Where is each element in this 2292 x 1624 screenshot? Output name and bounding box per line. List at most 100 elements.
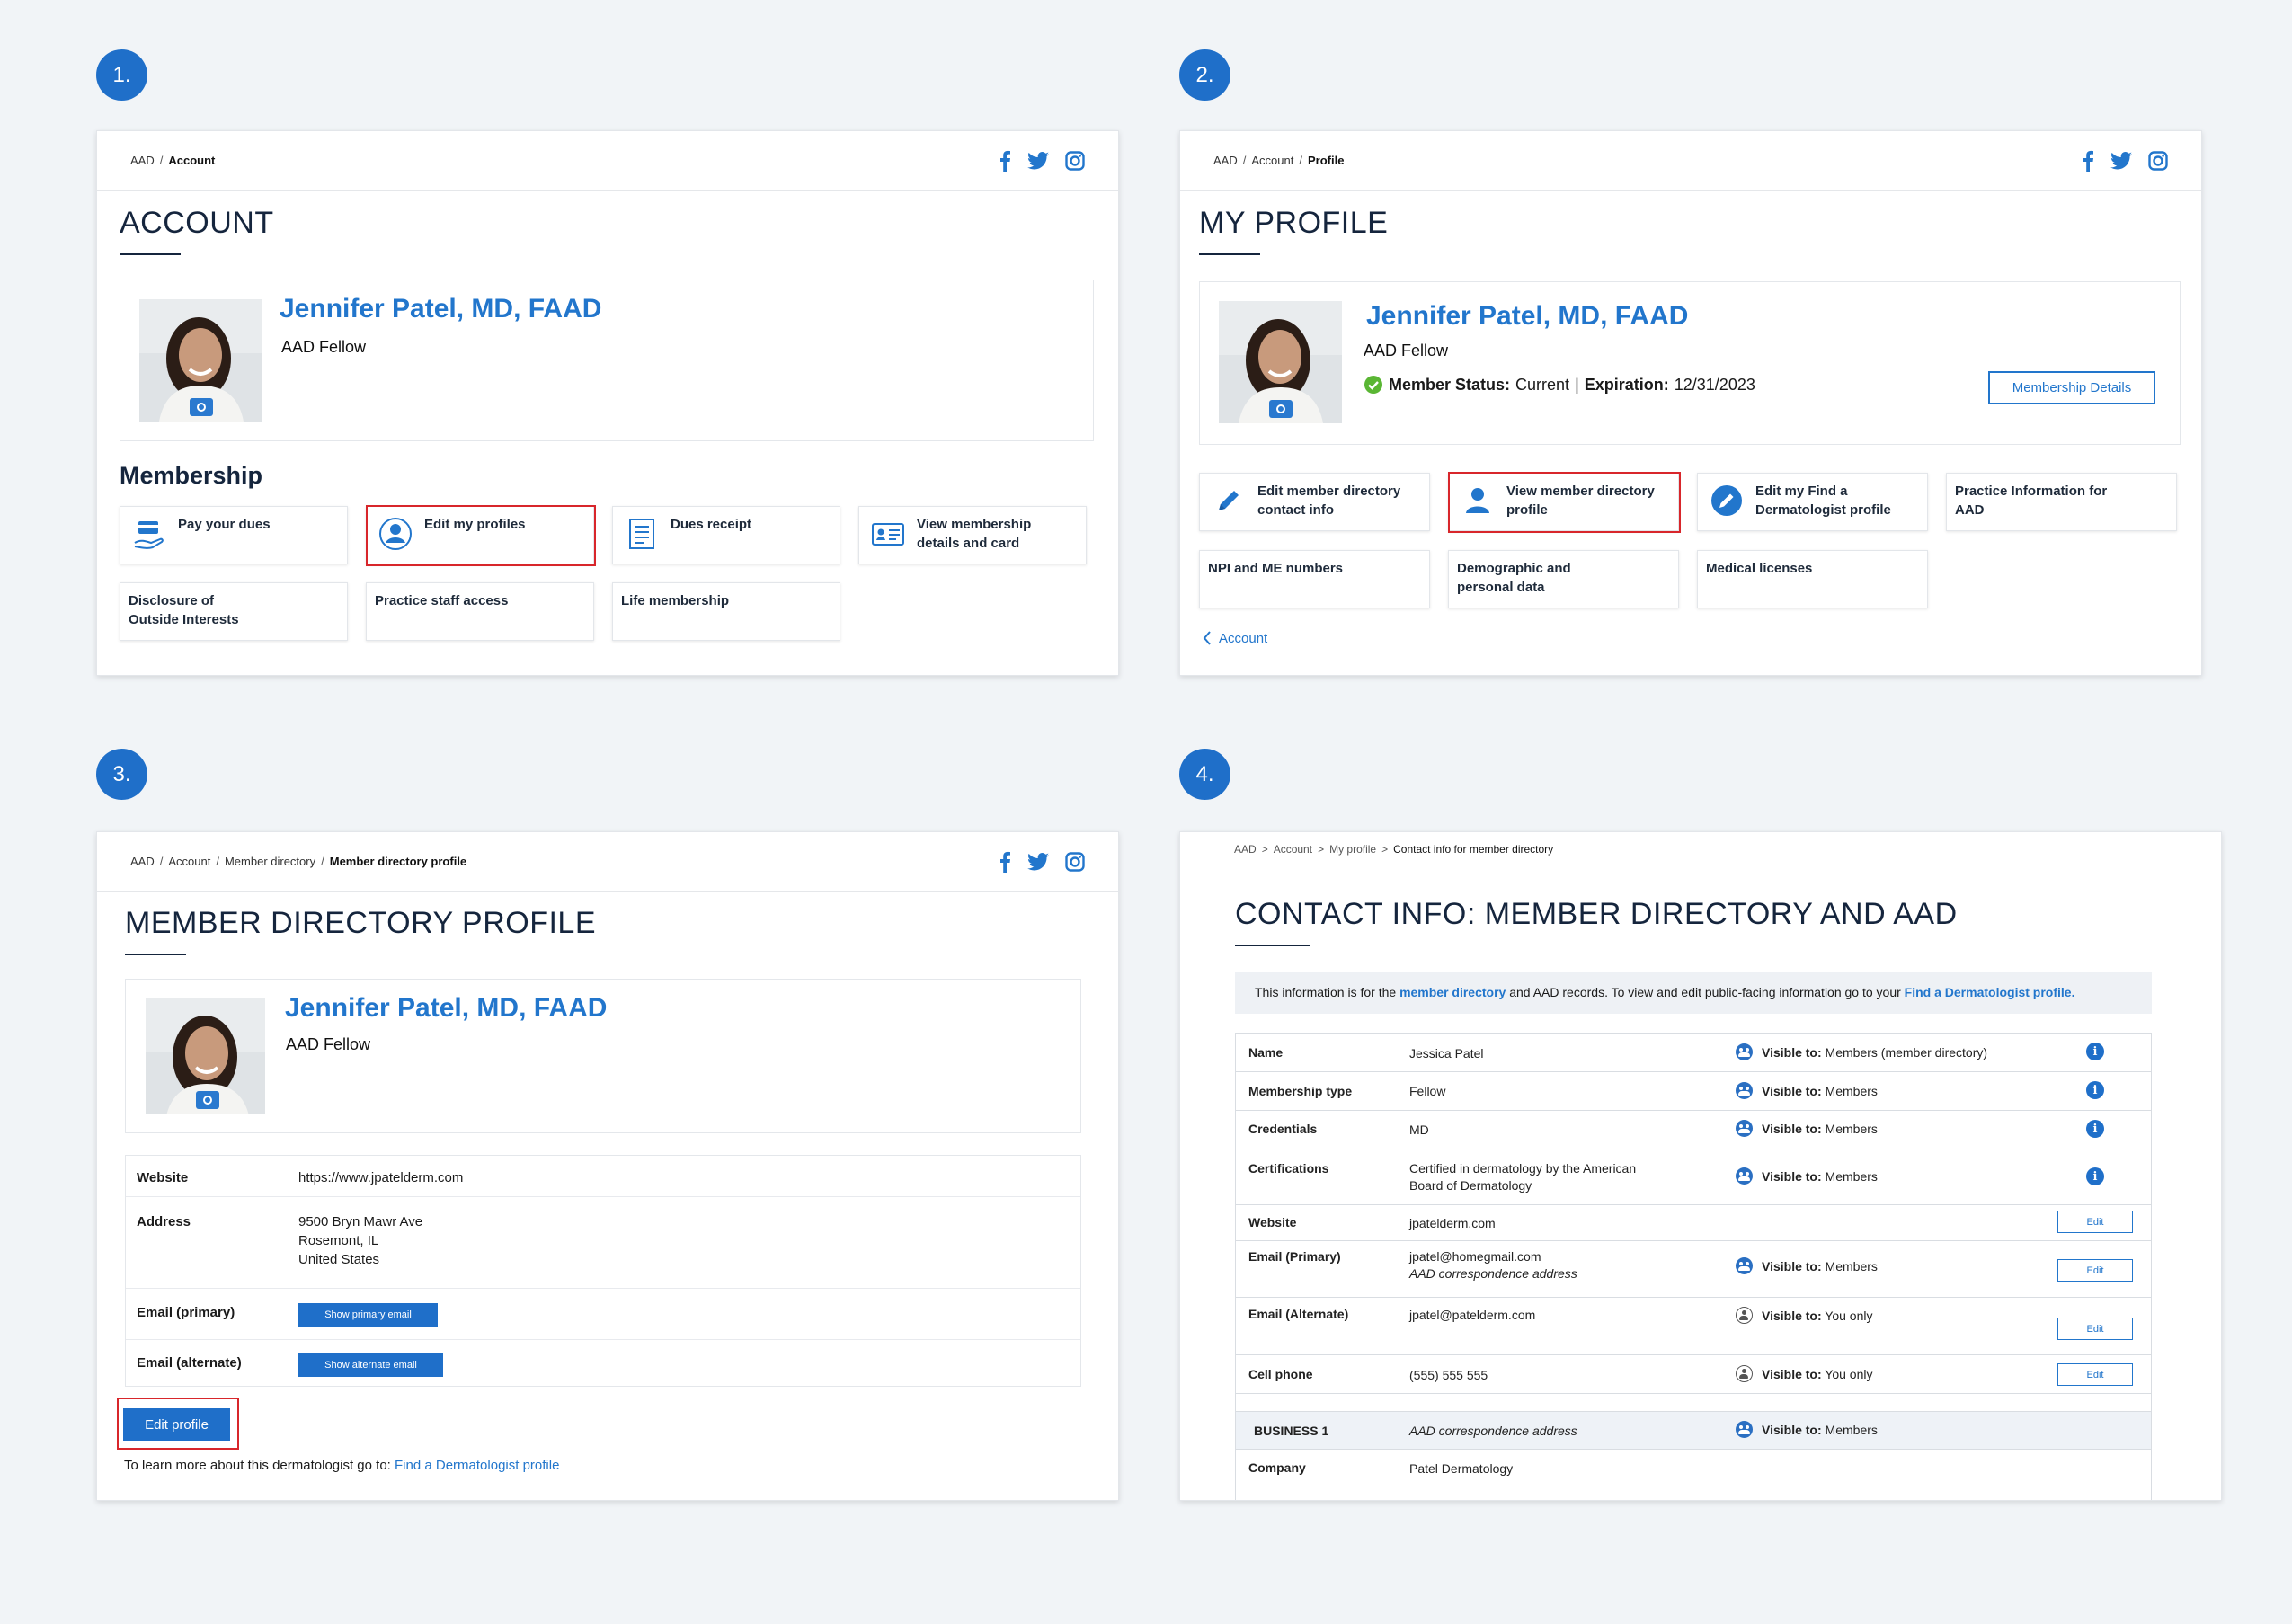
visibility: Visible to: Members (member directory) <box>1736 1043 1987 1060</box>
title-underline <box>125 954 186 955</box>
profile-card: Jennifer Patel, MD, FAAD AAD Fellow <box>120 280 1094 441</box>
find-derm-link[interactable]: Find a Dermatologist profile <box>395 1458 559 1473</box>
table-row: Email (Alternate) jpatel@patelderm.com V… <box>1236 1298 2151 1355</box>
profile-role: AAD Fellow <box>286 1035 371 1053</box>
card-label: Medical licenses <box>1706 561 1813 576</box>
disclosure-card[interactable]: Disclosure of Outside Interests <box>120 582 348 641</box>
status-value: Current <box>1515 375 1570 394</box>
back-link[interactable]: Account <box>1203 630 1267 646</box>
row-label: Website <box>1248 1215 1297 1229</box>
edit-button[interactable]: Edit <box>2057 1259 2133 1282</box>
npi-numbers-card[interactable]: NPI and ME numbers <box>1199 550 1430 608</box>
row-value: Fellow <box>1409 1084 1446 1098</box>
show-primary-email-button[interactable]: Show primary email <box>298 1303 438 1327</box>
highlight-box <box>1448 472 1681 533</box>
practice-staff-card[interactable]: Practice staff access <box>366 582 594 641</box>
card-label: Edit member directory contact info <box>1257 484 1401 518</box>
camera-icon[interactable] <box>196 1091 219 1109</box>
visible-label: Visible to: <box>1762 1044 1822 1060</box>
address-value: 9500 Bryn Mawr Ave Rosemont, IL United S… <box>298 1212 422 1269</box>
facebook-icon[interactable] <box>999 851 1011 873</box>
website-link[interactable]: jpatelderm.com <box>1409 1215 1496 1232</box>
breadcrumb-item[interactable]: Account <box>168 855 210 868</box>
breadcrumb: AAD / Account <box>130 154 216 167</box>
hand-card-icon <box>134 521 164 549</box>
breadcrumb-item[interactable]: Account <box>1274 843 1312 856</box>
edit-button[interactable]: Edit <box>2057 1318 2133 1340</box>
table-row: Credentials MD Visible to: Members i <box>1236 1111 2151 1149</box>
twitter-icon[interactable] <box>2110 151 2132 170</box>
find-derm-link[interactable]: Find a Dermatologist profile. <box>1905 985 2075 999</box>
breadcrumb-item[interactable]: AAD <box>1234 843 1257 856</box>
visibility: Visible to: Members <box>1736 1120 1878 1137</box>
visible-value: Members <box>1825 1258 1878 1273</box>
status-divider: | <box>1575 375 1579 394</box>
breadcrumb-item[interactable]: AAD <box>130 154 155 167</box>
dues-receipt-card[interactable]: Dues receipt <box>612 506 840 564</box>
breadcrumb-item[interactable]: Account <box>1251 154 1293 167</box>
visible-value: Members <box>1825 1083 1878 1098</box>
edit-find-derm-card[interactable]: Edit my Find a Dermatologist profile <box>1697 473 1928 531</box>
group-icon <box>1736 1120 1753 1137</box>
notice-text: This information is for the <box>1255 985 1397 999</box>
edit-button[interactable]: Edit <box>2057 1211 2133 1233</box>
info-icon[interactable]: i <box>2086 1120 2104 1138</box>
back-link-label: Account <box>1219 630 1268 646</box>
life-membership-card[interactable]: Life membership <box>612 582 840 641</box>
breadcrumb-item[interactable]: Member directory <box>225 855 315 868</box>
edit-button[interactable]: Edit <box>2057 1363 2133 1386</box>
breadcrumb-item[interactable]: My profile <box>1329 843 1376 856</box>
edit-directory-contact-card[interactable]: Edit member directory contact info <box>1199 473 1430 531</box>
value-line: jpatel@homegmail.com <box>1409 1249 1541 1264</box>
avatar[interactable] <box>146 998 265 1114</box>
row-label: Website <box>137 1170 189 1185</box>
instagram-icon[interactable] <box>2148 150 2168 171</box>
breadcrumb: AAD > Account > My profile > Contact info f… <box>1234 843 1554 856</box>
info-icon[interactable]: i <box>2086 1167 2104 1185</box>
visibility: Visible to: You only <box>1736 1307 1873 1324</box>
pencil-circle-icon <box>1711 485 1742 516</box>
address-line: United States <box>298 1252 380 1267</box>
check-circle-icon <box>1364 376 1382 394</box>
table-row: Address 9500 Bryn Mawr Ave Rosemont, IL … <box>126 1197 1080 1289</box>
show-alternate-email-button[interactable]: Show alternate email <box>298 1353 443 1377</box>
facebook-icon[interactable] <box>999 150 1011 172</box>
highlight-box <box>117 1398 239 1450</box>
chevron-left-icon <box>1203 631 1211 645</box>
avatar[interactable] <box>1219 301 1342 423</box>
row-value: jpatel@patelderm.com <box>1409 1308 1536 1322</box>
table-row: Company Patel Dermatology <box>1236 1450 2151 1500</box>
medical-licenses-card[interactable]: Medical licenses <box>1697 550 1928 608</box>
twitter-icon[interactable] <box>1027 151 1049 170</box>
highlight-box <box>366 505 596 566</box>
breadcrumb-item[interactable]: AAD <box>130 855 155 868</box>
expiration-value: 12/31/2023 <box>1674 375 1755 394</box>
breadcrumb-item[interactable]: AAD <box>1213 154 1238 167</box>
view-membership-card[interactable]: View membership details and card <box>858 506 1087 564</box>
practice-information-card[interactable]: Practice Information for AAD <box>1946 473 2177 531</box>
info-icon[interactable]: i <box>2086 1081 2104 1099</box>
member-directory-link[interactable]: member directory <box>1399 985 1506 999</box>
row-label: Email (primary) <box>137 1305 235 1320</box>
expiration-label: Expiration: <box>1584 375 1669 394</box>
camera-icon[interactable] <box>1269 400 1293 418</box>
top-bar: AAD / Account / Profile <box>1180 131 2201 191</box>
row-label: Company <box>1248 1460 1306 1475</box>
facebook-icon[interactable] <box>2082 150 2094 172</box>
demographic-data-card[interactable]: Demographic and personal data <box>1448 550 1679 608</box>
instagram-icon[interactable] <box>1065 150 1085 171</box>
visibility: Visible to: Members <box>1736 1421 1878 1438</box>
pay-dues-card[interactable]: Pay your dues <box>120 506 348 564</box>
membership-details-button[interactable]: Membership Details <box>1988 371 2155 404</box>
breadcrumb-current: Member directory profile <box>329 855 467 868</box>
row-value: Patel Dermatology <box>1409 1461 1514 1476</box>
value-note: AAD correspondence address <box>1409 1266 1577 1281</box>
twitter-icon[interactable] <box>1027 852 1049 871</box>
breadcrumb-current: Profile <box>1307 154 1345 167</box>
avatar[interactable] <box>139 299 262 422</box>
instagram-icon[interactable] <box>1065 851 1085 872</box>
info-icon[interactable]: i <box>2086 1043 2104 1060</box>
page-title: CONTACT INFO: MEMBER DIRECTORY AND AAD <box>1235 897 1958 931</box>
camera-icon[interactable] <box>190 398 213 416</box>
title-underline <box>1199 253 1260 255</box>
